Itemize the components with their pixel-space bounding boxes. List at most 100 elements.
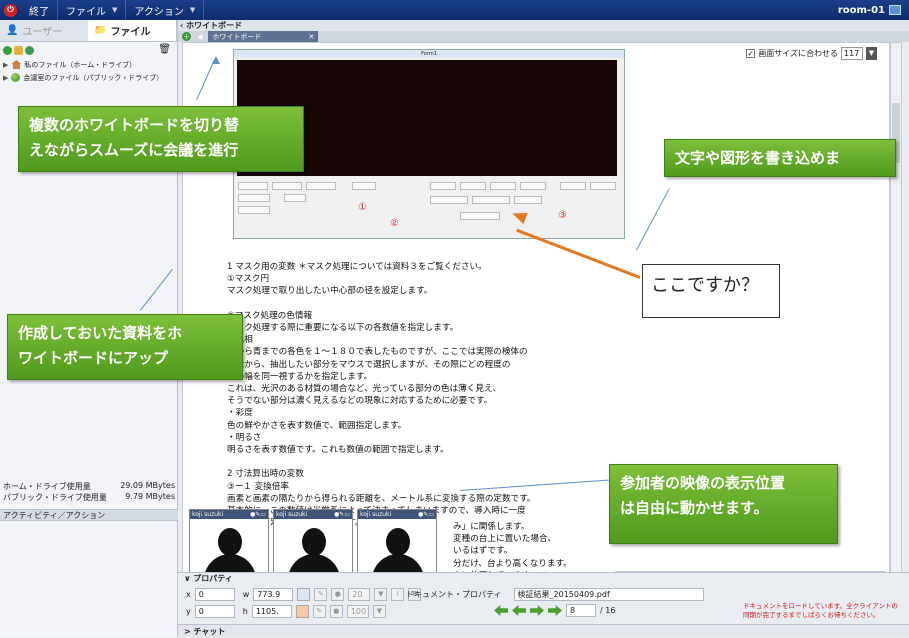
vertical-scrollbar[interactable] bbox=[890, 42, 902, 592]
power-icon[interactable]: ⏻ bbox=[4, 3, 17, 17]
expand-icon[interactable]: ▶ bbox=[3, 74, 8, 82]
expand-icon[interactable]: ▶ bbox=[3, 61, 8, 69]
new-folder-icon[interactable] bbox=[14, 45, 23, 55]
monitor-icon[interactable] bbox=[889, 5, 901, 15]
last-page-icon[interactable] bbox=[548, 605, 562, 616]
left-panel-tabs: 👤 ユーザー 📁 ファイル bbox=[0, 20, 177, 42]
prev-page-icon[interactable] bbox=[512, 605, 526, 616]
video-controls-icon[interactable]: ●✎▭ bbox=[334, 511, 350, 518]
opacity-input[interactable]: 100 bbox=[346, 605, 369, 618]
ctrl-button bbox=[284, 194, 306, 202]
participant-name: koji suzuki bbox=[360, 511, 392, 518]
document-line: 赤から青までの各色を１～１８０で表したものですが、ここでは実際の検体の bbox=[227, 347, 528, 358]
fit-to-screen-label: 画面サイズに合わせる bbox=[758, 49, 838, 58]
chat-header[interactable]: > チャット bbox=[178, 624, 909, 637]
document-line: 分だけ、台より高くなります。 bbox=[453, 558, 572, 569]
page-input[interactable]: 8 bbox=[566, 604, 596, 617]
tab-files[interactable]: 📁 ファイル bbox=[88, 20, 177, 41]
fill-picker-icon[interactable]: ✎ bbox=[312, 605, 326, 618]
ctrl-button bbox=[430, 196, 468, 204]
color-swatch[interactable] bbox=[297, 588, 311, 601]
next-page-icon[interactable] bbox=[530, 605, 544, 616]
exit-menu[interactable]: 終了 bbox=[21, 0, 58, 20]
tree-item-public-drive[interactable]: ▶ 会議室のファイル（パブリック・ドライブ） bbox=[0, 71, 177, 84]
zoom-input[interactable]: 117 bbox=[841, 47, 863, 60]
marker-1: ① bbox=[358, 202, 367, 213]
ctrl-button bbox=[272, 182, 302, 190]
usage-label: パブリック・ドライブ使用量 bbox=[3, 493, 107, 502]
public-drive-usage: パブリック・ドライブ使用量 9.79 MBytes bbox=[0, 491, 178, 502]
fit-to-screen-checkbox[interactable]: ✓ bbox=[746, 49, 756, 58]
usage-value: 9.79 MBytes bbox=[125, 492, 175, 501]
y-input[interactable]: 0 bbox=[194, 605, 235, 618]
document-select[interactable]: 検証結果_20150409.pdf bbox=[513, 588, 704, 601]
chevron-down-icon[interactable]: ▼ bbox=[866, 47, 877, 60]
x-input[interactable]: 0 bbox=[194, 588, 235, 601]
file-menu[interactable]: ファイル ▼ bbox=[58, 0, 127, 20]
tree-item-home-drive[interactable]: ▶ 私のファイル（ホーム・ドライブ） bbox=[0, 58, 177, 71]
room-name: room-01 bbox=[837, 4, 885, 16]
properties-header[interactable]: ∨ プロパティ bbox=[178, 573, 909, 584]
ctrl-button bbox=[306, 182, 336, 190]
tab-whiteboard[interactable]: ホワイトボード ✕ bbox=[208, 31, 319, 42]
page-total: / 16 bbox=[600, 606, 616, 615]
callout-upload-documents: 作成しておいた資料をホ ワイトボードにアップ bbox=[7, 314, 243, 380]
document-line: 2 寸法算出時の変数 bbox=[227, 469, 304, 480]
ctrl-button bbox=[460, 212, 500, 220]
close-icon[interactable]: ✕ bbox=[309, 33, 315, 41]
video-controls-icon[interactable]: ●✎▭ bbox=[418, 511, 434, 518]
ctrl-button bbox=[430, 182, 456, 190]
video-header[interactable]: koji suzuki ●✎▭ bbox=[358, 510, 436, 519]
document-line: マスク処理する際に重要になる以下の各数値を指定します。 bbox=[227, 323, 459, 333]
italic-icon[interactable]: I bbox=[391, 588, 405, 601]
top-menu-bar: ⏻ 終了 ファイル ▼ アクション ▼ room-01 bbox=[0, 0, 909, 20]
fill-reset-icon[interactable]: ● bbox=[329, 605, 343, 618]
chevron-down-icon: ∨ bbox=[184, 574, 194, 583]
chevron-down-icon: ▼ bbox=[189, 6, 196, 14]
chat-label: チャット bbox=[193, 627, 226, 636]
color-picker-icon[interactable]: ✎ bbox=[314, 588, 328, 601]
tab-scroll-left-icon[interactable]: ◀ bbox=[197, 33, 202, 41]
ctrl-button bbox=[352, 182, 376, 190]
action-menu-label: アクション bbox=[134, 6, 184, 18]
chevron-down-icon[interactable]: ▼ bbox=[374, 588, 388, 601]
whiteboard-tabs: + ◀ ホワイトボード ✕ bbox=[178, 31, 909, 42]
trash-icon[interactable]: 🗑 bbox=[158, 44, 171, 55]
document-line: ・色相 bbox=[227, 334, 647, 346]
fill-swatch[interactable] bbox=[295, 605, 309, 618]
video-header[interactable]: koji suzuki ●✎▭ bbox=[274, 510, 352, 519]
ctrl-button bbox=[514, 196, 542, 204]
refresh-icon[interactable] bbox=[25, 45, 34, 55]
tab-users[interactable]: 👤 ユーザー bbox=[0, 20, 88, 41]
chevron-down-icon[interactable]: ▼ bbox=[372, 605, 386, 618]
form-title: Form1 bbox=[234, 50, 624, 58]
font-size-input[interactable]: 20 bbox=[348, 588, 371, 601]
document-line: ②マスク処理の色情報 bbox=[227, 310, 313, 321]
chevron-down-icon: ▼ bbox=[112, 6, 118, 14]
doc-property-label: ドキュメント・プロパティ bbox=[406, 590, 502, 599]
whiteboard-header-label: ホワイトボード bbox=[186, 21, 243, 30]
h-input[interactable]: 1105. bbox=[251, 605, 292, 618]
page-navigation: 8 / 16 bbox=[494, 604, 615, 617]
ctrl-button bbox=[560, 182, 586, 190]
add-whiteboard-icon[interactable]: + bbox=[182, 32, 191, 41]
tab-whiteboard-label: ホワイトボード bbox=[212, 32, 262, 41]
document-text: 1 マスク用の変数 ＊マスク処理については資料３をご覧ください。 ①マスク円 マ… bbox=[227, 261, 647, 529]
prop-row-x: x 0 w 773.9 ✎ ● 20 ▼ I B bbox=[186, 588, 422, 601]
document-line: マスク処理で取り出したい中心部の径を設定します。 bbox=[227, 286, 433, 297]
document-line: これは、光沢のある材質の場合など、光っている部分の色は薄く見え、 bbox=[227, 384, 502, 395]
color-reset-icon[interactable]: ● bbox=[331, 588, 345, 601]
participant-name: koji suzuki bbox=[192, 511, 224, 518]
first-page-icon[interactable] bbox=[494, 605, 508, 616]
video-controls-icon[interactable]: ●✎▭ bbox=[250, 511, 266, 518]
action-menu[interactable]: アクション ▼ bbox=[126, 0, 205, 20]
w-input[interactable]: 773.9 bbox=[253, 588, 294, 601]
text-note[interactable]: ここですか？ bbox=[642, 264, 780, 318]
document-line: ①マスク円 bbox=[227, 274, 270, 285]
properties-header-label: プロパティ bbox=[193, 574, 233, 583]
video-header[interactable]: koji suzuki ●✎▭ bbox=[190, 510, 268, 519]
tree-item-label: 私のファイル（ホーム・ドライブ） bbox=[24, 60, 137, 69]
add-icon[interactable] bbox=[3, 45, 12, 55]
activity-header[interactable]: アクティビティ／アクション bbox=[0, 509, 178, 521]
